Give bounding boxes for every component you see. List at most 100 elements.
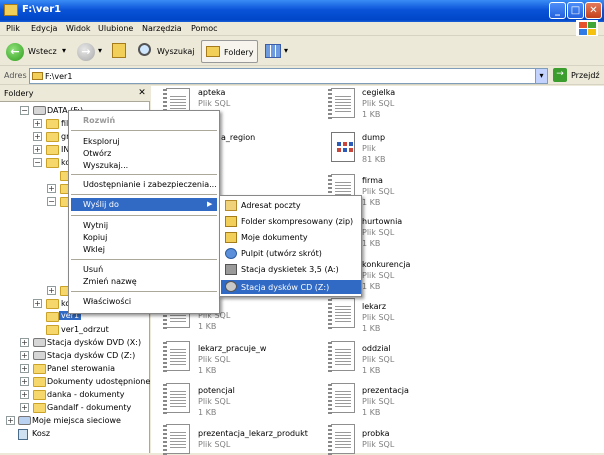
expand-icon[interactable]: + bbox=[33, 145, 42, 154]
menu-item-rename[interactable]: Zmień nazwę bbox=[83, 277, 137, 286]
expand-icon[interactable]: + bbox=[33, 132, 42, 141]
back-button-label[interactable]: Wstecz bbox=[28, 47, 57, 56]
menu-item-send-to[interactable]: Wyślij do ▶ bbox=[71, 198, 217, 211]
back-arrow-icon[interactable]: ← bbox=[6, 43, 24, 61]
submenu-item-cd[interactable]: Stacja dysków CD (Z:) bbox=[221, 280, 361, 294]
tree-item-shared[interactable]: + Dokumenty udostępnione bbox=[0, 375, 150, 388]
go-arrow-icon[interactable]: → bbox=[553, 68, 567, 82]
tree-item-folder[interactable]: + IN bbox=[0, 143, 70, 156]
close-button[interactable]: ✕ bbox=[585, 2, 602, 19]
tree-item-gandalf[interactable]: + Gandalf - dokumenty bbox=[0, 401, 150, 414]
file-name[interactable]: firma bbox=[362, 176, 383, 185]
menu-pomoc[interactable]: Pomoc bbox=[191, 24, 218, 33]
views-icon[interactable] bbox=[265, 44, 281, 58]
file-name[interactable]: a_region bbox=[221, 133, 255, 142]
file-name[interactable]: konkurencja bbox=[362, 260, 410, 269]
folders-button[interactable]: Foldery bbox=[201, 40, 258, 63]
sql-file-icon[interactable] bbox=[163, 424, 190, 455]
submenu-item-desktop[interactable]: Pulpit (utwórz skrót) bbox=[241, 249, 322, 258]
tree-item-network[interactable]: + Moje miejsca sieciowe bbox=[0, 414, 150, 427]
minimize-button[interactable]: _ bbox=[549, 2, 566, 19]
expand-icon[interactable]: + bbox=[6, 416, 15, 425]
collapse-icon[interactable]: − bbox=[20, 106, 29, 115]
file-name[interactable]: probka bbox=[362, 429, 390, 438]
tree-item-panel[interactable]: + Panel sterowania bbox=[0, 362, 150, 375]
menu-item-expand[interactable]: Rozwiń bbox=[83, 116, 115, 125]
file-name[interactable]: lekarz_pracuje_w bbox=[198, 344, 266, 353]
dump-file-icon[interactable] bbox=[331, 132, 355, 162]
file-name[interactable]: prezentacja bbox=[362, 386, 409, 395]
submenu-item-mail[interactable]: Adresat poczty bbox=[241, 201, 301, 210]
tree-item-trash[interactable]: Kosz bbox=[0, 427, 150, 440]
submenu-item-floppy[interactable]: Stacja dyskietek 3,5 (A:) bbox=[241, 265, 339, 274]
tree-item-dvd[interactable]: + Stacja dysków DVD (X:) bbox=[0, 336, 150, 349]
sql-file-icon[interactable] bbox=[328, 341, 355, 372]
expand-icon[interactable]: + bbox=[47, 184, 56, 193]
tree-item-ver1-odrzut[interactable]: ver1_odrzut bbox=[0, 323, 120, 336]
file-name[interactable]: dump bbox=[362, 133, 385, 142]
expand-icon[interactable]: + bbox=[47, 286, 56, 295]
expand-icon[interactable]: + bbox=[20, 403, 29, 412]
expand-icon[interactable]: + bbox=[20, 390, 29, 399]
address-input[interactable]: F:\ver1 ▾ bbox=[29, 68, 548, 84]
expand-icon[interactable]: + bbox=[33, 119, 42, 128]
menu-ulubione[interactable]: Ulubione bbox=[98, 24, 133, 33]
file-name[interactable]: oddzial bbox=[362, 344, 391, 353]
menu-item-open[interactable]: Otwórz bbox=[83, 149, 111, 158]
menu-item-sharing[interactable]: Udostępnianie i zabezpieczenia... bbox=[83, 180, 217, 189]
submenu-item-documents[interactable]: Moje dokumenty bbox=[241, 233, 308, 242]
file-name[interactable]: hurtownia bbox=[362, 217, 402, 226]
menu-item-copy[interactable]: Kopiuj bbox=[83, 233, 107, 242]
expand-icon[interactable]: + bbox=[20, 364, 29, 373]
menu-item-paste[interactable]: Wklej bbox=[83, 245, 105, 254]
views-dropdown-icon[interactable]: ▾ bbox=[284, 46, 288, 55]
search-icon[interactable] bbox=[138, 43, 151, 56]
file-name[interactable]: cegielka bbox=[362, 88, 395, 97]
file-name[interactable]: apteka bbox=[198, 88, 225, 97]
menu-item-delete[interactable]: Usuń bbox=[83, 265, 103, 274]
sql-file-icon[interactable] bbox=[163, 341, 190, 372]
menu-narzedzia[interactable]: Narzędzia bbox=[142, 24, 182, 33]
expand-icon[interactable]: + bbox=[20, 338, 29, 347]
menu-plik[interactable]: Plik bbox=[6, 24, 20, 33]
tree-item-folder[interactable]: + bbox=[0, 284, 73, 297]
forward-dropdown-icon[interactable]: ▾ bbox=[98, 46, 102, 55]
tree-item-folder[interactable]: + ko bbox=[0, 297, 70, 310]
search-button-label[interactable]: Wyszukaj bbox=[157, 47, 195, 56]
collapse-icon[interactable]: − bbox=[47, 197, 56, 206]
file-name[interactable]: lekarz bbox=[362, 302, 386, 311]
back-dropdown-icon[interactable]: ▾ bbox=[62, 46, 66, 55]
menu-item-explore[interactable]: Eksploruj bbox=[83, 137, 120, 146]
maximize-button[interactable]: □ bbox=[567, 2, 584, 19]
title-bar[interactable]: F:\ver1 _ □ ✕ bbox=[0, 0, 604, 22]
collapse-icon[interactable]: − bbox=[33, 158, 42, 167]
up-folder-icon[interactable] bbox=[112, 43, 126, 58]
sql-file-icon[interactable] bbox=[328, 88, 355, 119]
tree-item-folder[interactable]: + fil bbox=[0, 117, 70, 130]
tree-item-folder[interactable]: + gr bbox=[0, 130, 70, 143]
expand-icon[interactable]: + bbox=[33, 299, 42, 308]
menu-item-cut[interactable]: Wytnij bbox=[83, 221, 108, 230]
expand-icon[interactable]: + bbox=[20, 351, 29, 360]
tree-item-danka[interactable]: + danka - dokumenty bbox=[0, 388, 150, 401]
tree-item-folder[interactable]: − bbox=[0, 195, 73, 208]
menu-item-properties[interactable]: Właściwości bbox=[83, 297, 131, 306]
sql-file-icon[interactable] bbox=[163, 383, 190, 414]
tree-item-folder[interactable]: + bbox=[0, 182, 73, 195]
go-button-label[interactable]: Przejdź bbox=[571, 71, 600, 80]
menu-item-search[interactable]: Wyszukaj... bbox=[83, 161, 128, 170]
file-name[interactable]: prezentacja_lekarz_produkt bbox=[198, 429, 308, 438]
expand-icon[interactable]: + bbox=[20, 377, 29, 386]
tree-item-folder[interactable]: − ko bbox=[0, 156, 70, 169]
tree-item-cd[interactable]: + Stacja dysków CD (Z:) bbox=[0, 349, 150, 362]
close-icon[interactable]: ✕ bbox=[137, 88, 147, 98]
address-dropdown-icon[interactable]: ▾ bbox=[535, 69, 547, 83]
file-name[interactable]: potencjal bbox=[198, 386, 235, 395]
forward-arrow-icon[interactable]: → bbox=[77, 43, 95, 61]
submenu-item-zip[interactable]: Folder skompresowany (zip) bbox=[241, 217, 353, 226]
sql-file-icon[interactable] bbox=[328, 383, 355, 414]
sql-file-icon[interactable] bbox=[328, 298, 355, 329]
tree-item-folder[interactable] bbox=[0, 169, 73, 182]
sql-file-icon[interactable] bbox=[328, 424, 355, 455]
menu-widok[interactable]: Widok bbox=[66, 24, 91, 33]
